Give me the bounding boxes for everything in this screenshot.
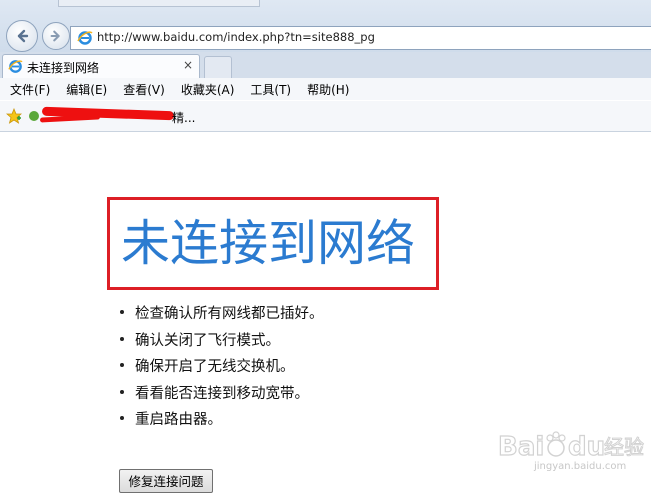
back-arrow-icon — [17, 29, 29, 43]
svg-text:Bai: Bai — [498, 432, 544, 462]
menu-edit[interactable]: 编辑(E) — [58, 81, 115, 98]
fix-connection-button[interactable]: 修复连接问题 — [119, 469, 213, 493]
tab-strip: 未连接到网络 × — [0, 52, 651, 79]
favorites-bar: 精... — [0, 101, 651, 132]
list-item: 确保开启了无线交换机。 — [118, 355, 324, 382]
suggested-site-icon — [29, 111, 39, 121]
tab-close-icon[interactable]: × — [183, 58, 193, 72]
new-tab-button[interactable] — [204, 56, 232, 78]
tab-title: 未连接到网络 — [27, 61, 100, 75]
svg-text:du: du — [568, 432, 605, 462]
back-button[interactable] — [6, 20, 38, 52]
menu-bar: 文件(F) 编辑(E) 查看(V) 收藏夹(A) 工具(T) 帮助(H) — [0, 78, 651, 100]
tab-current[interactable]: 未连接到网络 × — [2, 54, 200, 79]
watermark-url: jingyan.baidu.com — [534, 461, 627, 472]
page-title: 未连接到网络 — [121, 215, 416, 272]
troubleshooting-list: 检查确认所有网线都已插好。 确认关闭了飞行模式。 确保开启了无线交换机。 看看能… — [118, 302, 324, 435]
browser-title-area: http://www.baidu.com/index.php?tn=site88… — [0, 0, 651, 52]
menu-favorites[interactable]: 收藏夹(A) — [173, 81, 243, 98]
svg-text:经验: 经验 — [604, 435, 644, 459]
favorites-link[interactable]: 精... — [172, 109, 195, 126]
ie-logo-icon — [8, 60, 23, 73]
forward-button[interactable] — [42, 22, 70, 50]
address-url[interactable]: http://www.baidu.com/index.php?tn=site88… — [97, 30, 375, 44]
list-item: 看看能否连接到移动宽带。 — [118, 382, 324, 409]
menu-file[interactable]: 文件(F) — [0, 81, 58, 98]
baidu-jingyan-watermark: Bai du 经验 — [498, 431, 645, 462]
background-window-edge — [58, 0, 260, 7]
favorites-star-icon[interactable] — [6, 108, 22, 124]
list-item: 确认关闭了飞行模式。 — [118, 329, 324, 356]
ie-logo-icon — [77, 31, 93, 45]
forward-arrow-icon — [50, 30, 60, 42]
menu-view[interactable]: 查看(V) — [115, 81, 173, 98]
list-item: 重启路由器。 — [118, 408, 324, 435]
menu-help[interactable]: 帮助(H) — [299, 81, 357, 98]
menu-tools[interactable]: 工具(T) — [242, 81, 299, 98]
list-item: 检查确认所有网线都已插好。 — [118, 302, 324, 329]
address-bar[interactable]: http://www.baidu.com/index.php?tn=site88… — [70, 26, 651, 50]
